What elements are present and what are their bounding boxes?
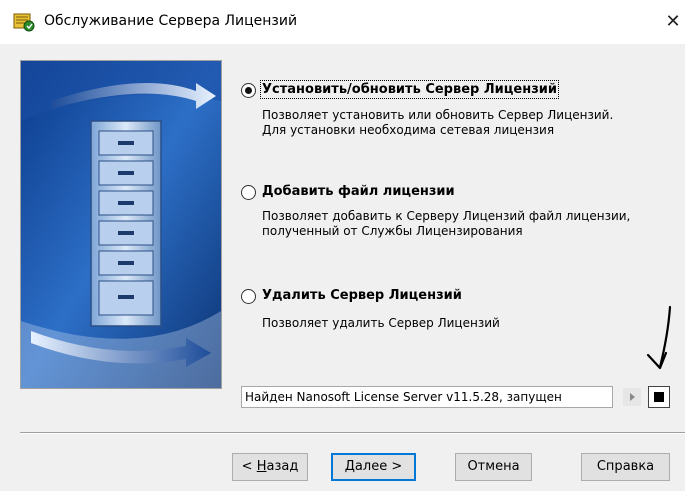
wizard-side-image: [20, 60, 222, 389]
option-install-update-description: Позволяет установить или обновить Сервер…: [262, 108, 614, 137]
option-remove-server-label[interactable]: Удалить Сервер Лицензий: [262, 288, 462, 303]
stop-icon[interactable]: [648, 386, 670, 408]
next-button-label: алее >: [354, 459, 403, 474]
next-button-mnemonic: Д: [344, 459, 355, 474]
play-icon[interactable]: [623, 388, 641, 406]
annotation-arrow-icon: [646, 305, 672, 370]
radio-add-license-file[interactable]: [241, 185, 256, 200]
radio-install-update[interactable]: [241, 83, 256, 98]
option-remove-server-description: Позволяет удалить Сервер Лицензий: [262, 316, 500, 330]
option-add-license-file-description: Позволяет добавить к Серверу Лицензий фа…: [262, 209, 631, 238]
cancel-button[interactable]: Отмена: [455, 453, 532, 481]
back-button-prefix: <: [241, 459, 257, 474]
close-button[interactable]: ✕: [661, 0, 685, 44]
option-add-license-file-label[interactable]: Добавить файл лицензии: [262, 184, 455, 199]
server-cabinet-illustration: [21, 61, 221, 388]
license-app-icon: [13, 13, 35, 32]
back-button[interactable]: < Назад: [232, 453, 308, 481]
server-status-field: Найден Nanosoft License Server v11.5.28,…: [241, 386, 613, 408]
window-title: Обслуживание Сервера Лицензий: [44, 13, 298, 29]
button-divider: [20, 432, 685, 434]
option-install-update-label[interactable]: Установить/обновить Сервер Лицензий: [260, 80, 559, 99]
radio-remove-server[interactable]: [241, 289, 256, 304]
back-button-label: азад: [266, 459, 299, 474]
next-button[interactable]: Далее >: [331, 453, 416, 481]
title-bar: Обслуживание Сервера Лицензий ✕: [0, 0, 685, 44]
help-button[interactable]: Справка: [581, 453, 670, 481]
